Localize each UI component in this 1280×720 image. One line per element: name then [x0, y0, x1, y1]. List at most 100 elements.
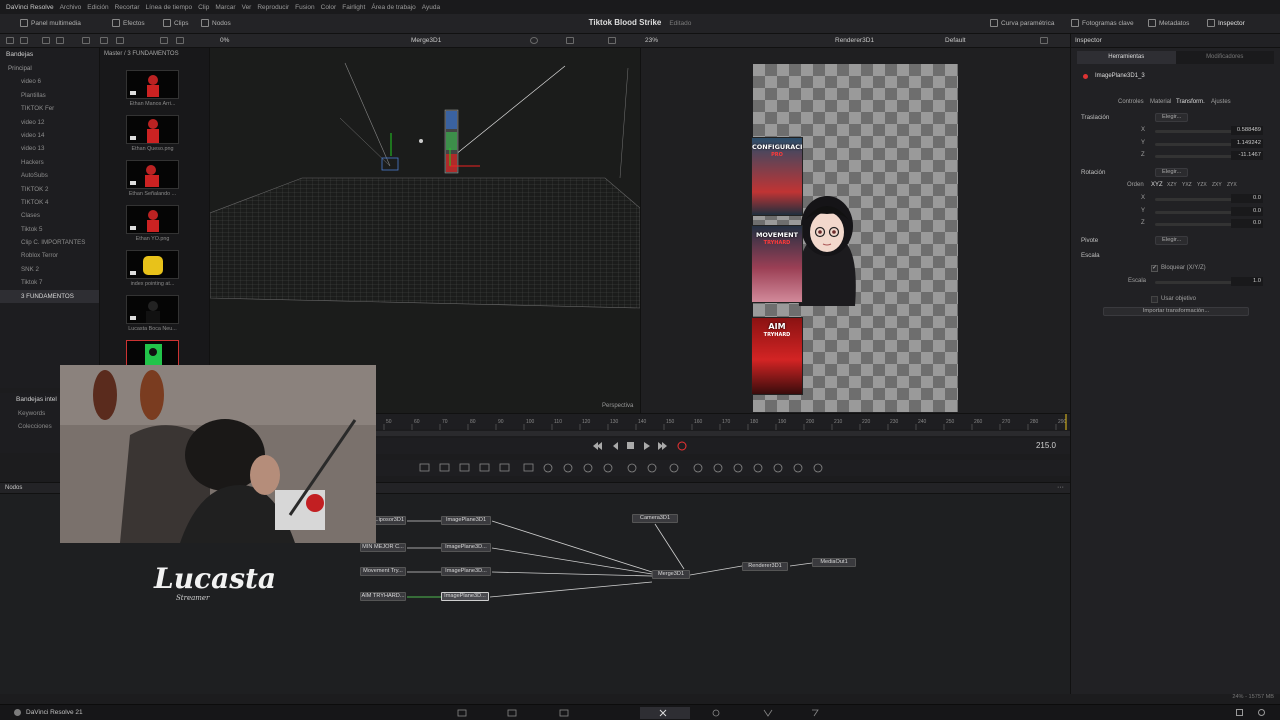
rotation-z-value[interactable]: 0.0	[1231, 219, 1263, 228]
menu-edicion[interactable]: Edición	[87, 4, 108, 11]
scale-value[interactable]: 1.0	[1231, 277, 1263, 286]
viewer2-options-icon[interactable]	[1040, 37, 1048, 44]
list-view-icon[interactable]	[20, 37, 28, 44]
node-color-dot[interactable]	[1083, 74, 1088, 79]
target-checkbox[interactable]	[1151, 296, 1158, 303]
subtab-material[interactable]: Material	[1150, 99, 1171, 105]
translation-y-value[interactable]: 1.149242	[1231, 139, 1263, 148]
node-imageplane-3[interactable]: ImagePlane3D...	[441, 567, 491, 576]
viewer-left[interactable]: Perspectiva	[210, 48, 640, 413]
grid-view-icon[interactable]	[116, 37, 124, 44]
bin-item[interactable]: TIKTOK Fer	[0, 102, 99, 115]
media-clip[interactable]: Ethan YO.png	[126, 205, 179, 242]
thumb-view-icon[interactable]	[100, 37, 108, 44]
rotation-order-xzy[interactable]: XZY	[1167, 182, 1177, 188]
menu-linea-de-tiempo[interactable]: Línea de tiempo	[146, 4, 193, 11]
media-clip[interactable]: Ethan Queso.png	[126, 115, 179, 152]
rotation-order-zxy[interactable]: ZXY	[1212, 182, 1222, 188]
options-icon[interactable]	[176, 37, 184, 44]
forward-icon[interactable]	[56, 37, 64, 44]
menu-area-de-trabajo[interactable]: Área de trabajo	[371, 4, 415, 11]
node-camera[interactable]: Camera3D1	[632, 514, 678, 523]
keyframes-button[interactable]: Fotogramas clave	[1071, 19, 1134, 27]
layout-icon[interactable]	[6, 37, 14, 44]
bin-item[interactable]: Clip C. IMPORTANTES	[0, 236, 99, 249]
settings-icon[interactable]	[1258, 709, 1265, 716]
subtab-transform[interactable]: Transform.	[1176, 99, 1205, 105]
current-frame[interactable]: 215.0	[1036, 441, 1056, 450]
bin-item[interactable]: Plantillas	[0, 89, 99, 102]
menu-ayuda[interactable]: Ayuda	[422, 4, 440, 11]
menu-fairlight[interactable]: Fairlight	[342, 4, 365, 11]
bin-item[interactable]: AutoSubs	[0, 169, 99, 182]
pivot-pick-button[interactable]: Elegir...	[1155, 236, 1189, 245]
rotation-y-value[interactable]: 0.0	[1231, 207, 1263, 216]
app-menu[interactable]: DaVinci Resolve	[6, 4, 54, 11]
rotation-order-zyx[interactable]: ZYX	[1227, 182, 1237, 188]
rotation-pick-button[interactable]: Elegir...	[1155, 168, 1189, 177]
rotation-order-yzx[interactable]: YZX	[1197, 182, 1207, 188]
bin-item[interactable]: TIKTOK 2	[0, 183, 99, 196]
bin-item-selected[interactable]: 3 FUNDAMENTOS	[0, 289, 99, 304]
node-imageplane-1[interactable]: ImagePlane3D1	[441, 516, 491, 525]
menu-fusion[interactable]: Fusion	[295, 4, 315, 11]
bin-item[interactable]: Hackers	[0, 156, 99, 169]
media-clip[interactable]: index pointing at...	[126, 250, 179, 287]
inspector-button[interactable]: Inspector	[1207, 19, 1245, 27]
menu-clip[interactable]: Clip	[198, 4, 209, 11]
section-pivot[interactable]: Pivote	[1081, 237, 1098, 244]
viewer2-zoom[interactable]: 23%	[645, 37, 658, 44]
viewer1-dot-icon[interactable]	[530, 37, 538, 44]
viewer-right[interactable]: CONFIGURACIÓN PRO MOVEMENT TRYHARD AIM T…	[640, 48, 1070, 413]
bin-item[interactable]: video 13	[0, 142, 99, 155]
roi-icon[interactable]	[566, 37, 574, 44]
spline-button[interactable]: Curva paramétrica	[990, 19, 1054, 27]
viewer-options-icon[interactable]	[608, 37, 616, 44]
bin-item[interactable]: video 12	[0, 116, 99, 129]
rotation-order-xyz[interactable]: XYZ	[1151, 182, 1163, 188]
media-clip[interactable]: Lucasta Boca Neu...	[126, 295, 179, 332]
bin-item[interactable]: video 14	[0, 129, 99, 142]
import-transform-button[interactable]: Importar transformación...	[1103, 307, 1249, 316]
clips-button[interactable]: Clips	[163, 19, 188, 27]
home-icon[interactable]	[1236, 709, 1243, 716]
bin-item[interactable]: TIKTOK 4	[0, 196, 99, 209]
scale-lock-checkbox[interactable]: ✓	[1151, 265, 1158, 272]
bin-item[interactable]: Tiktok 5	[0, 223, 99, 236]
section-scale[interactable]: Escala	[1081, 252, 1100, 259]
menu-recortar[interactable]: Recortar	[115, 4, 140, 11]
view-mode-select[interactable]: Default	[945, 37, 966, 44]
sort-icon[interactable]	[82, 37, 90, 44]
subtab-settings[interactable]: Ajustes	[1211, 99, 1231, 105]
nodes-menu-icon[interactable]: ···	[1057, 484, 1064, 491]
translation-z-value[interactable]: -11.1467	[1231, 151, 1263, 160]
menu-reproducir[interactable]: Reproducir	[257, 4, 289, 11]
tab-modifiers[interactable]: Modificadores	[1176, 51, 1275, 64]
tab-tools[interactable]: Herramientas	[1077, 51, 1176, 64]
bin-root[interactable]: Principal	[0, 62, 99, 75]
media-clip[interactable]: Ethan Señalando ...	[126, 160, 179, 197]
node-source-4[interactable]: AIM TRYHARD...	[360, 592, 406, 601]
bin-item[interactable]: Tiktok 7	[0, 276, 99, 289]
media-pool-button[interactable]: Panel multimedia	[20, 19, 81, 27]
node-mediaout[interactable]: MediaOut1	[812, 558, 856, 567]
node-source-1[interactable]: ...iposor3D1	[372, 516, 406, 525]
back-icon[interactable]	[42, 37, 50, 44]
bin-item[interactable]: SNK 2	[0, 263, 99, 276]
rotation-order-yxz[interactable]: YXZ	[1182, 182, 1192, 188]
node-source-2[interactable]: MIN MEJOR C...	[360, 543, 406, 552]
menu-ver[interactable]: Ver	[242, 4, 252, 11]
effects-button[interactable]: Efectos	[112, 19, 145, 27]
bin-item[interactable]: Clases	[0, 209, 99, 222]
menu-color[interactable]: Color	[321, 4, 337, 11]
translation-pick-button[interactable]: Elegir...	[1155, 113, 1189, 122]
section-rotation[interactable]: Rotación	[1081, 169, 1105, 176]
subtab-controls[interactable]: Controles	[1118, 99, 1144, 105]
viewer1-zoom[interactable]: 0%	[220, 37, 229, 44]
media-clip[interactable]: Ethan Manos Arri...	[126, 70, 179, 107]
menu-marcar[interactable]: Marcar	[215, 4, 235, 11]
search-icon[interactable]	[160, 37, 168, 44]
nodes-button[interactable]: Nodos	[201, 19, 231, 27]
node-imageplane-4[interactable]: ImagePlane3D...	[441, 592, 489, 601]
rotation-x-value[interactable]: 0.0	[1231, 194, 1263, 203]
